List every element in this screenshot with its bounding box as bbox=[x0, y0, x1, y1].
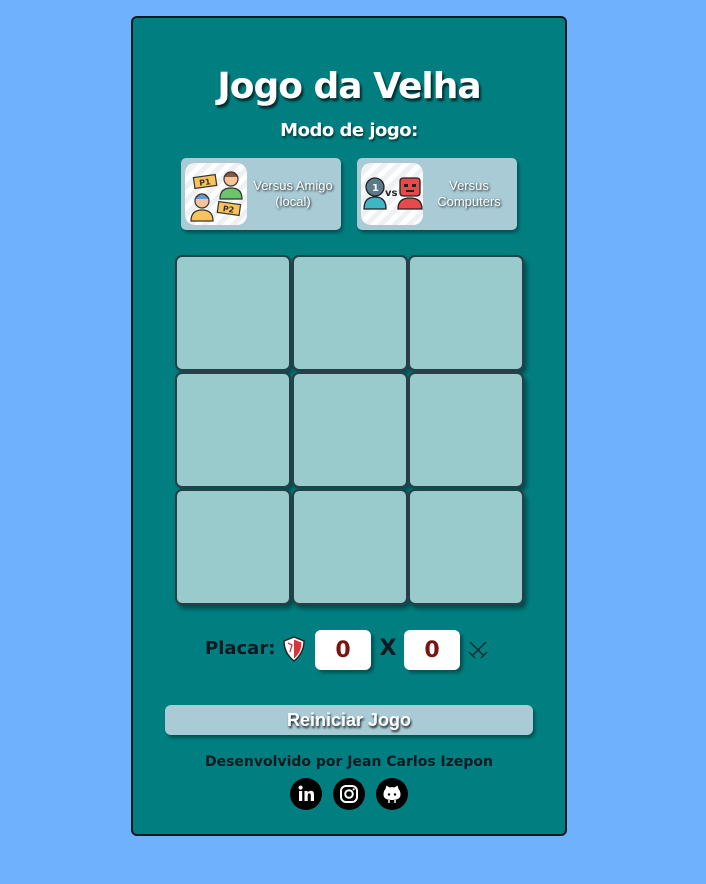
player1-score: 0 bbox=[315, 630, 371, 670]
board-cell-2[interactable] bbox=[292, 255, 408, 371]
developer-credit: Desenvolvido por Jean Carlos Izepon bbox=[204, 754, 493, 770]
restart-game-button[interactable]: Reiniciar Jogo bbox=[165, 705, 533, 735]
board-cell-1[interactable] bbox=[175, 255, 291, 371]
svg-text:P2: P2 bbox=[222, 204, 235, 215]
board-cell-4[interactable] bbox=[175, 372, 291, 488]
two-players-icon: P1 P2 bbox=[185, 163, 247, 225]
score-separator: X bbox=[379, 636, 397, 661]
game-card: Jogo da Velha Modo de jogo: P1 P2 Versus… bbox=[131, 16, 567, 836]
game-board bbox=[175, 255, 525, 607]
crossed-swords-icon bbox=[468, 641, 488, 659]
versus-friend-button[interactable]: P1 P2 Versus Amigo (local) bbox=[181, 158, 341, 230]
board-cell-5[interactable] bbox=[292, 372, 408, 488]
board-cell-7[interactable] bbox=[175, 489, 291, 605]
linkedin-icon[interactable] bbox=[290, 778, 322, 810]
board-cell-9[interactable] bbox=[408, 489, 524, 605]
player2-score: 0 bbox=[404, 630, 460, 670]
versus-friend-label: Versus Amigo (local) bbox=[253, 178, 333, 209]
board-cell-3[interactable] bbox=[408, 255, 524, 371]
mode-label: Modo de jogo: bbox=[280, 120, 418, 141]
page-title: Jogo da Velha bbox=[217, 66, 481, 107]
instagram-icon[interactable] bbox=[333, 778, 365, 810]
shield-icon bbox=[283, 636, 305, 662]
svg-text:1: 1 bbox=[372, 183, 379, 194]
versus-computer-button[interactable]: 1 vs Versus Computers bbox=[357, 158, 517, 230]
board-cell-8[interactable] bbox=[292, 489, 408, 605]
player-vs-robot-icon: 1 vs bbox=[361, 163, 423, 225]
github-icon[interactable] bbox=[376, 778, 408, 810]
board-cell-6[interactable] bbox=[408, 372, 524, 488]
score-label: Placar: bbox=[205, 638, 276, 659]
svg-text:P1: P1 bbox=[199, 177, 212, 188]
versus-computer-label: Versus Computers bbox=[437, 178, 501, 209]
svg-text:vs: vs bbox=[385, 188, 398, 199]
